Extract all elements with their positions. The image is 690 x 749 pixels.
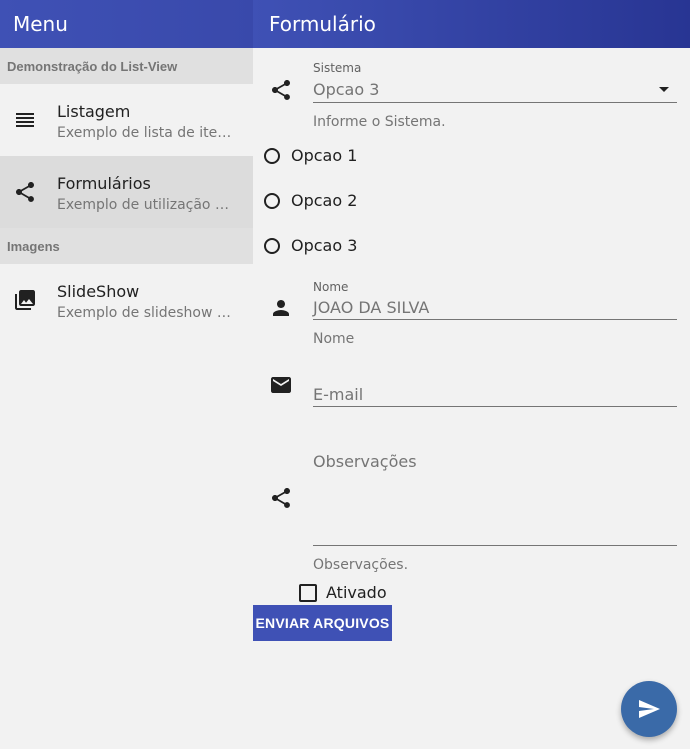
sistema-selected-value: Opcao 3: [313, 80, 380, 99]
email-underline: [313, 406, 677, 407]
nome-underline: [313, 319, 677, 320]
share-icon: [13, 180, 37, 204]
radio-opcao-3[interactable]: Opcao 3: [264, 236, 357, 255]
person-icon: [269, 296, 293, 320]
email-placeholder: E-mail: [313, 385, 364, 404]
email-field[interactable]: E-mail: [313, 385, 677, 407]
main-content: Formulário Sistema Opcao 3 Informe o Sis…: [253, 0, 690, 749]
radio-circle: [264, 147, 280, 164]
sidebar-item-subtitle: Exemplo de utilização de f…: [57, 197, 235, 213]
radio-opcao-2[interactable]: Opcao 2: [264, 191, 357, 210]
page-title: Formulário: [253, 0, 690, 48]
dropdown-arrow-icon[interactable]: [659, 87, 669, 92]
checkbox-label: Ativado: [326, 583, 387, 602]
sidebar-item-subtitle: Exemplo de lista de items.: [57, 125, 235, 141]
observacoes-placeholder: Observações: [313, 452, 417, 471]
sidebar-item-listagem[interactable]: Listagem Exemplo de lista de items.: [0, 84, 253, 156]
section-header-imagens: Imagens: [0, 228, 253, 264]
sidebar-item-title: SlideShow: [57, 282, 140, 301]
radio-label: Opcao 2: [291, 191, 358, 210]
send-icon: [637, 697, 661, 721]
nome-value: JOAO DA SILVA: [313, 298, 430, 317]
radio-label: Opcao 1: [291, 146, 358, 165]
sidebar-item-title: Listagem: [57, 102, 131, 121]
radio-circle: [264, 192, 280, 209]
checkbox-box: [299, 583, 317, 602]
radio-circle: [264, 237, 280, 254]
sidebar-item-slideshow[interactable]: SlideShow Exemplo de slideshow de i…: [0, 264, 253, 336]
nome-hint: Nome: [313, 331, 355, 347]
share-icon: [269, 78, 293, 102]
sidebar-title: Menu: [0, 0, 253, 48]
sistema-label: Sistema: [313, 61, 362, 75]
observacoes-textarea[interactable]: Observações: [313, 452, 677, 545]
ativado-checkbox[interactable]: Ativado: [299, 583, 387, 602]
observacoes-underline: [313, 545, 677, 546]
nome-field[interactable]: JOAO DA SILVA: [313, 298, 677, 320]
share-icon: [269, 486, 293, 510]
sidebar-item-title: Formulários: [57, 174, 151, 193]
sidebar-item-subtitle: Exemplo de slideshow de i…: [57, 305, 235, 321]
sidebar-item-formularios[interactable]: Formulários Exemplo de utilização de f…: [0, 156, 253, 228]
sistema-hint: Informe o Sistema.: [313, 114, 446, 130]
radio-opcao-1[interactable]: Opcao 1: [264, 146, 357, 165]
sidebar: Menu Demonstração do List-View Listagem …: [0, 0, 253, 749]
upload-files-button[interactable]: ENVIAR ARQUIVOS: [253, 605, 392, 641]
nome-label: Nome: [313, 280, 349, 294]
list-icon: [13, 108, 37, 132]
mail-icon: [269, 373, 293, 397]
sistema-underline: [313, 102, 677, 103]
sistema-select[interactable]: Opcao 3: [313, 80, 677, 102]
observacoes-hint: Observações.: [313, 557, 409, 573]
send-fab-button[interactable]: [621, 681, 677, 737]
section-header-list-view: Demonstração do List-View: [0, 48, 253, 84]
photo-library-icon: [13, 288, 37, 312]
radio-label: Opcao 3: [291, 236, 358, 255]
